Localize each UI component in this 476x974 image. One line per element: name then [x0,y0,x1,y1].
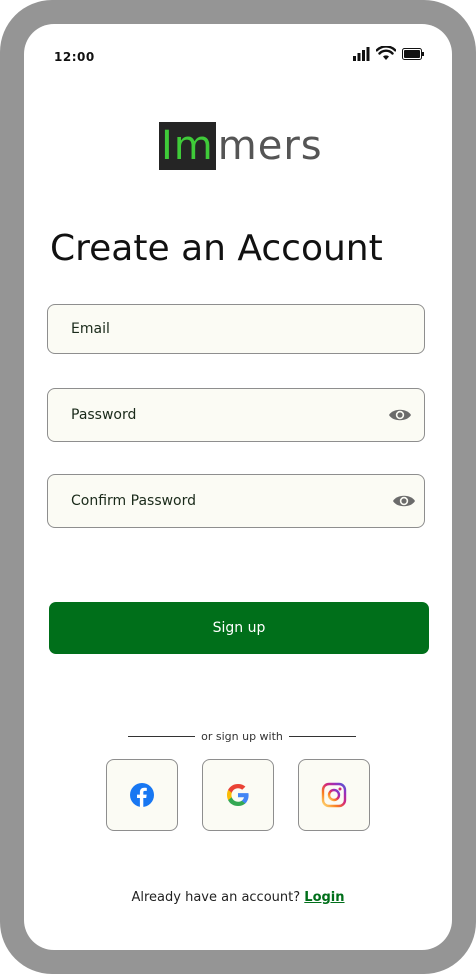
app-logo: Im mers [159,122,323,170]
eye-icon[interactable] [392,493,416,509]
confirm-password-field[interactable] [47,474,425,528]
device-frame: 12:00 Im mers Create an Account Email Si… [0,0,476,974]
eye-icon[interactable] [388,407,412,423]
google-icon [227,784,249,806]
google-button[interactable] [202,759,274,831]
logo-highlight: Im [159,122,216,170]
signal-icon [353,46,370,61]
page-title: Create an Account [50,228,383,269]
signup-button[interactable]: Sign up [49,602,429,654]
status-time: 12:00 [54,50,95,64]
password-input[interactable] [71,389,371,441]
divider-text: or sign up with [201,730,283,743]
email-field[interactable] [47,304,425,354]
email-input[interactable] [71,305,371,353]
instagram-button[interactable] [298,759,370,831]
divider-line-left [128,736,196,737]
password-field[interactable] [47,388,425,442]
status-icons [353,46,424,61]
facebook-button[interactable] [106,759,178,831]
facebook-icon [130,783,154,807]
battery-icon [402,47,424,60]
logo-text: mers [217,123,323,169]
wifi-icon [376,46,396,60]
social-divider: or sign up with [128,730,356,743]
confirm-password-input[interactable] [71,475,371,527]
app-screen: 12:00 Im mers Create an Account Email Si… [24,24,452,950]
divider-line-right [288,736,356,737]
login-prompt-text: Already have an account? [131,890,301,905]
login-link[interactable]: Login [304,890,344,905]
instagram-icon [321,782,347,808]
login-prompt: Already have an account? Login [24,890,452,905]
